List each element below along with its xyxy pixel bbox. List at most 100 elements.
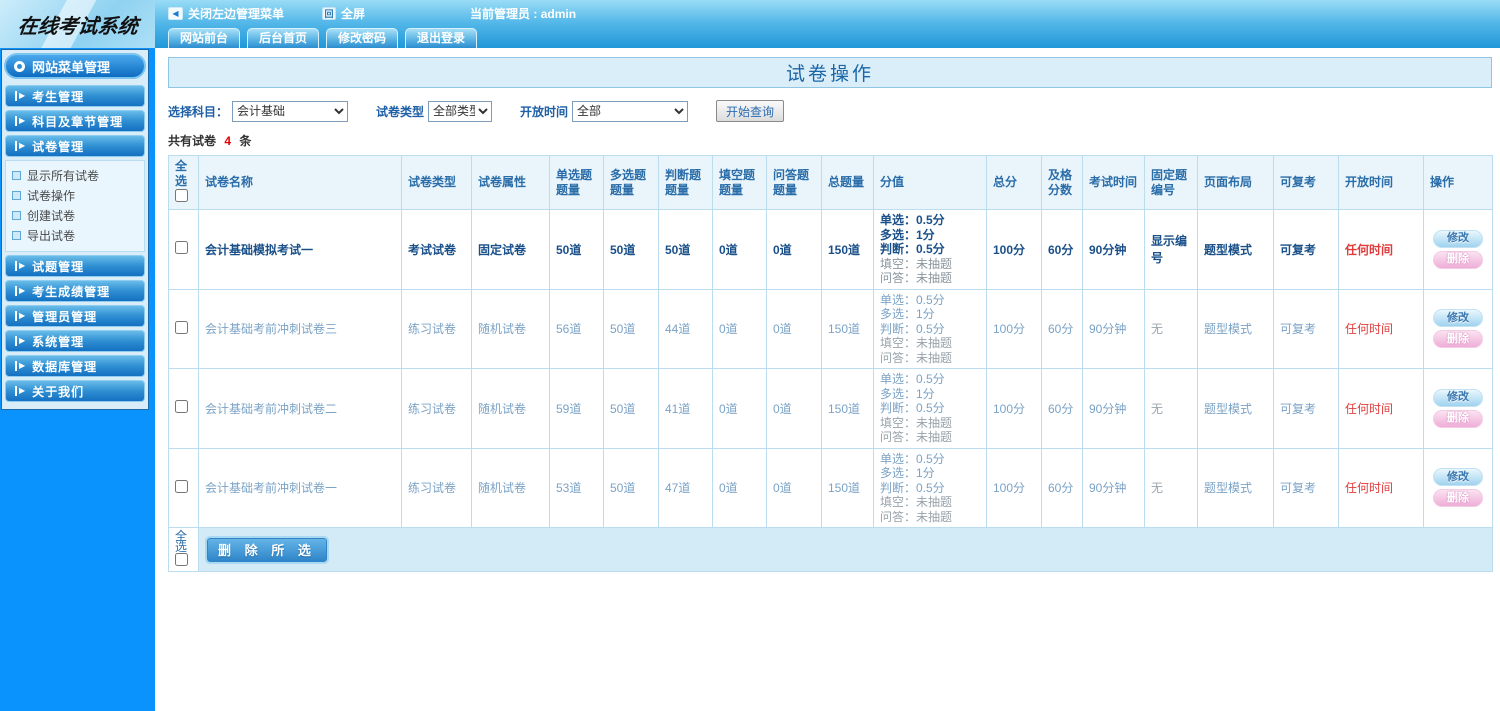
square-bullet-icon [12,210,21,220]
score-line-single: 单选：0.5分 [880,372,945,386]
delete-button[interactable]: 删除 [1433,409,1483,428]
paper-attr: 随机试卷 [471,368,550,449]
score-line-blank: 填空：未抽题 [880,336,953,350]
submenu-show-all-papers[interactable]: 显示所有试卷 [12,165,144,185]
sidebar-item-admin-mgmt[interactable]: ▶ 管理员管理 [5,305,145,327]
subject-select[interactable]: 会计基础 [232,100,349,122]
score-line-blank: 填空：未抽题 [880,256,953,271]
score-line-single: 单选：0.5分 [880,213,945,227]
paper-type: 考试试卷 [401,209,472,290]
sidebar-item-database-mgmt[interactable]: ▶ 数据库管理 [5,355,145,377]
edit-button[interactable]: 修改 [1433,229,1483,248]
close-left-menu-label: 关闭左边管理菜单 [188,7,285,21]
fullscreen-link[interactable]: 回 全屏 [322,5,365,22]
paper-name: 会计基础考前冲刺试卷三 [198,288,402,369]
play-icon: ▶ [15,91,25,101]
footer-select-all-cell: 全选 [168,527,199,572]
table-footer-row: 全选 删 除 所 选 [168,527,1493,572]
row-checkbox[interactable] [175,241,188,255]
select-all-checkbox[interactable] [175,189,188,202]
row-checkbox[interactable] [175,400,188,414]
sidebar-item-system-mgmt[interactable]: ▶ 系统管理 [5,330,145,352]
open-time-select[interactable]: 全部 [572,100,689,122]
page-layout: 题型模式 [1197,447,1274,528]
operation-cell: 修改 删除 [1423,368,1493,449]
qa-question-count: 0道 [766,368,822,449]
retake-allowed: 可复考 [1273,368,1339,449]
papers-tbody: 会计基础模拟考试一 考试试卷 固定试卷 50道 50道 50道 0道 0道 15… [168,209,1493,528]
row-checkbox[interactable] [175,320,188,334]
blank-question-count: 0道 [712,288,767,369]
score-line-single: 单选：0.5分 [880,451,945,466]
operation-cell: 修改 删除 [1423,288,1493,369]
score-line-qa: 问答：未抽题 [880,271,953,285]
edit-button[interactable]: 修改 [1433,468,1483,487]
blank-question-count: 0道 [712,209,767,290]
total-question-count: 150道 [821,447,874,528]
submenu-paper-operation[interactable]: 试卷操作 [12,185,144,205]
qa-question-count: 0道 [766,288,822,369]
pass-score: 60分 [1041,288,1083,369]
current-admin-label: 当前管理员 : admin [470,7,577,21]
score-line-judge: 判断：0.5分 [880,480,945,495]
sidebar-header[interactable]: 网站菜单管理 [4,53,146,79]
sidebar-item-subject-chapter-mgmt[interactable]: ▶ 科目及章节管理 [5,110,145,132]
score-line-qa: 问答：未抽题 [880,350,953,365]
paper-type: 练习试卷 [401,368,472,449]
retake-allowed: 可复考 [1273,209,1339,290]
app-logo: 在线考试系统 [0,0,155,48]
footer-select-all-checkbox[interactable] [175,553,188,566]
search-button[interactable]: 开始查询 [716,100,785,122]
open-time: 任何时间 [1338,368,1424,449]
sidebar-item-examinee-mgmt[interactable]: ▶ 考生管理 [5,85,145,107]
delete-button[interactable]: 删除 [1433,489,1483,508]
paper-type-select[interactable]: 全部类型 [428,100,493,122]
open-time: 任何时间 [1338,288,1424,369]
col-operation: 操作 [1423,155,1493,210]
submenu-export-paper[interactable]: 导出试卷 [12,225,144,245]
score-detail: 单选：0.5分 多选：1分 判断：0.5分 填空：未抽题 问答：未抽题 [873,209,987,290]
fixed-number: 显示编号 [1144,209,1198,290]
open-time-filter-label: 开放时间 [520,104,569,119]
delete-button[interactable]: 删除 [1433,250,1483,269]
sidebar-item-question-mgmt[interactable]: ▶ 试题管理 [5,255,145,277]
exam-time: 90分钟 [1082,447,1145,528]
play-icon: ▶ [15,286,25,296]
retake-allowed: 可复考 [1273,447,1339,528]
judge-question-count: 50道 [658,209,713,290]
paper-attr: 固定试卷 [471,209,550,290]
sidebar-item-about-us[interactable]: ▶ 关于我们 [5,380,145,402]
edit-button[interactable]: 修改 [1433,388,1483,407]
row-checkbox[interactable] [175,479,188,493]
col-page-layout: 页面布局 [1197,155,1274,210]
paper-type: 练习试卷 [401,447,472,528]
sidebar-title: 网站菜单管理 [32,59,111,75]
close-left-menu-link[interactable]: ◀ 关闭左边管理菜单 [168,5,284,22]
delete-selected-button[interactable]: 删 除 所 选 [205,535,329,564]
table-row: 会计基础考前冲刺试卷一 练习试卷 随机试卷 53道 50道 47道 0道 0道 … [168,447,1493,528]
tab-logout[interactable]: 退出登录 [405,28,478,48]
col-single-count: 单选题题量 [549,155,604,210]
tab-change-password[interactable]: 修改密码 [326,28,399,48]
fullscreen-icon: 回 [322,7,337,20]
sidebar-item-score-mgmt[interactable]: ▶ 考生成绩管理 [5,280,145,302]
circle-icon [14,60,25,72]
select-all-header: 全选 [168,155,199,210]
paper-mgmt-submenu: 显示所有试卷 试卷操作 创建试卷 导出试卷 [5,160,145,252]
submenu-create-paper[interactable]: 创建试卷 [12,205,144,225]
col-retake: 可复考 [1273,155,1339,210]
multi-question-count: 50道 [603,288,659,369]
delete-button[interactable]: 删除 [1433,330,1483,349]
score-line-judge: 判断：0.5分 [880,321,945,336]
tab-backend-home[interactable]: 后台首页 [247,28,320,48]
score-line-blank: 填空：未抽题 [880,495,953,509]
single-question-count: 53道 [549,447,604,528]
sidebar-item-paper-mgmt[interactable]: ▶ 试卷管理 [5,135,145,157]
edit-button[interactable]: 修改 [1433,309,1483,328]
row-checkbox-cell [168,368,199,449]
row-checkbox-cell [168,447,199,528]
page-layout: 题型模式 [1197,209,1274,290]
footer-select-all-label: 全选 [175,529,188,554]
play-icon: ▶ [15,386,25,396]
tab-site-front[interactable]: 网站前台 [168,28,241,48]
